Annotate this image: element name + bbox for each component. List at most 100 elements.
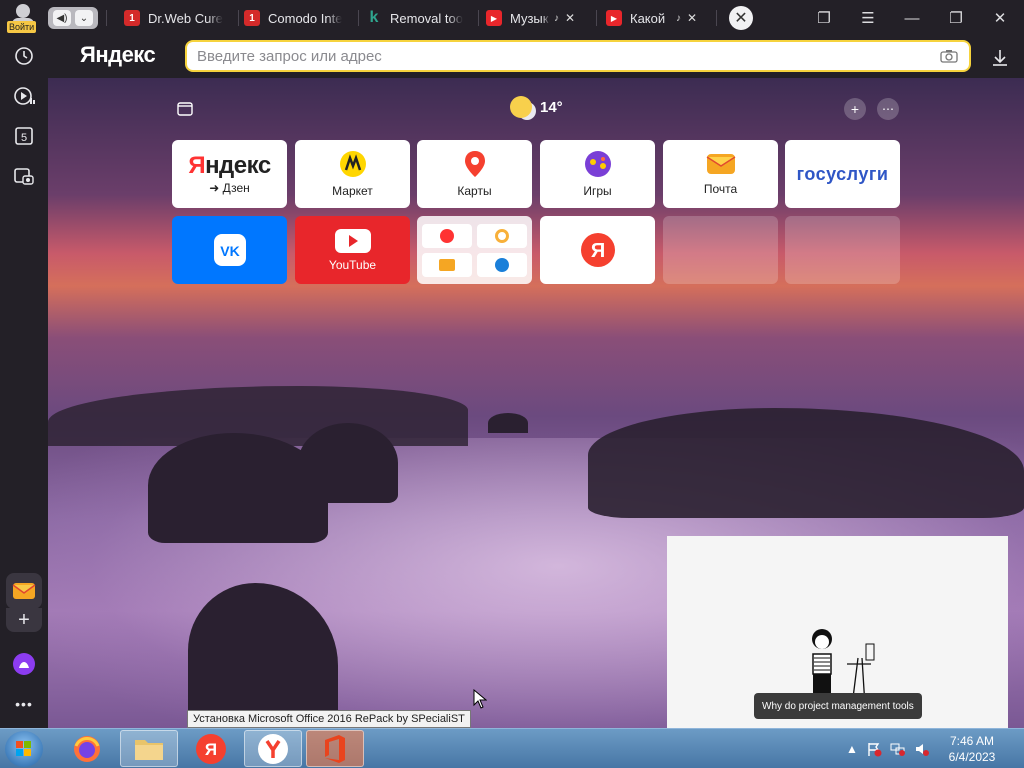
tab-close-icon[interactable]: ✕ (687, 11, 697, 25)
active-tab-close-icon[interactable]: ✕ (729, 6, 753, 30)
login-label: Войти (7, 21, 37, 33)
tray-expand-icon[interactable]: ▲ (844, 741, 860, 757)
mouse-cursor-icon (473, 689, 487, 709)
clock-time: 7:46 AM (949, 734, 995, 748)
folder-icon (135, 739, 163, 760)
svg-text:Я: Я (205, 740, 217, 759)
tile-gosuslugi[interactable]: госуслуги (785, 140, 900, 208)
tab-comodo[interactable]: 1 Comodo Inte (244, 6, 356, 30)
media-icon[interactable] (12, 84, 36, 108)
taskbar: Я ▲ 7:46 AM 6/4/2023 (0, 728, 1024, 768)
tile-maps[interactable]: Карты (417, 140, 532, 208)
folder-mail-icon (422, 252, 472, 277)
sound-control[interactable]: ◀) ⌄ (48, 7, 98, 29)
taskbar-clock[interactable]: 7:46 AM 6/4/2023 (940, 733, 1004, 765)
games-icon (584, 151, 611, 177)
tray-network-icon[interactable] (890, 741, 906, 757)
tile-label: ➜ Дзен (209, 181, 250, 195)
tab-title: Comodo Inte (268, 10, 343, 26)
yandex-y-icon (258, 733, 288, 764)
screenshot-icon[interactable] (12, 164, 36, 188)
yandex-logo[interactable]: Яндекс (80, 42, 156, 68)
folder-browser-icon (477, 223, 527, 248)
tile-empty[interactable] (785, 216, 900, 284)
k-site-icon: k (369, 9, 379, 26)
youtube-icon: ▶ (606, 10, 622, 26)
mail-app-icon[interactable] (6, 573, 42, 609)
tab-title: Музыка (510, 10, 550, 26)
tab-removal[interactable]: k Removal too (366, 6, 476, 30)
menu-icon[interactable]: ☰ (856, 6, 880, 30)
folder-yandex-icon (422, 223, 472, 248)
download-icon[interactable] (988, 46, 1012, 70)
taskbar-firefox[interactable] (58, 730, 116, 767)
minimize-icon[interactable]: — (900, 6, 924, 30)
wallpaper-mountain (298, 423, 398, 503)
tab-sound-icon[interactable]: ♪ (676, 13, 681, 24)
tab-kakoi[interactable]: ▶ Какой ♪ ✕ (606, 6, 712, 30)
wallpaper-mountain (488, 413, 528, 433)
tab-music[interactable]: ▶ Музыка ♪ ✕ (486, 6, 590, 30)
search-box[interactable] (185, 40, 971, 72)
wallpaper-mountain (588, 408, 1024, 518)
history-icon[interactable] (12, 44, 36, 68)
taskbar-tooltip: Установка Microsoft Office 2016 RePack b… (187, 710, 471, 728)
tile-market[interactable]: Маркет (295, 140, 410, 208)
office-icon (325, 734, 345, 763)
market-icon (339, 151, 366, 177)
tile-folder[interactable] (417, 216, 532, 284)
video-caption: Why do project management tools (754, 693, 922, 719)
tile-games[interactable]: Игры (540, 140, 655, 208)
tray-volume-icon[interactable] (914, 741, 930, 757)
weather-temp: 14° (540, 98, 563, 116)
gallery-icon[interactable] (174, 98, 196, 120)
tab-sound-icon[interactable]: ♪ (554, 13, 559, 24)
tab-bar: Войти ◀) ⌄ 1 Dr.Web Cure 1 Comodo Inte k… (0, 0, 1024, 36)
maps-pin-icon (464, 151, 485, 177)
taskbar-office-installer[interactable] (306, 730, 364, 767)
chevron-down-icon[interactable]: ⌄ (75, 10, 93, 26)
tile-label: Почта (703, 182, 738, 196)
tile-label: Игры (583, 184, 612, 198)
tile-mail[interactable]: Почта (663, 140, 778, 208)
tile-yandex[interactable]: Я (540, 216, 655, 284)
taskbar-yandex-app[interactable] (244, 730, 302, 767)
channel-five-icon[interactable]: 5 (12, 124, 36, 148)
more-options-icon[interactable]: ⋯ (877, 98, 899, 120)
search-input[interactable] (197, 47, 939, 65)
mail-icon (706, 154, 735, 174)
login-button[interactable]: Войти (6, 2, 40, 34)
tile-empty[interactable] (663, 216, 778, 284)
taskbar-yandex-browser[interactable]: Я (182, 730, 240, 767)
svg-text:5: 5 (21, 132, 27, 144)
vk-icon: VK (213, 234, 246, 266)
weather-widget[interactable]: 14° (510, 96, 563, 118)
restore-icon[interactable]: ❐ (944, 6, 968, 30)
tab-drweb[interactable]: 1 Dr.Web Cure (124, 6, 236, 30)
svg-text:Я: Я (590, 240, 604, 262)
alice-icon[interactable] (12, 652, 36, 676)
yandex-browser-icon: Я (196, 733, 226, 764)
tab-close-icon[interactable]: ✕ (565, 11, 575, 25)
svg-text:VK: VK (220, 243, 239, 259)
start-button[interactable] (5, 731, 43, 767)
more-dots-icon[interactable]: ••• (12, 692, 36, 716)
taskbar-explorer[interactable] (120, 730, 178, 767)
clock-date: 6/4/2023 (948, 750, 996, 764)
weather-sun-icon (510, 96, 532, 118)
camera-icon[interactable] (939, 48, 959, 64)
tab-title: Какой (630, 10, 666, 26)
youtube-icon: ▶ (486, 10, 502, 26)
yandex-ya-icon: Я (580, 233, 615, 267)
tile-vk[interactable]: VK (172, 216, 287, 284)
add-app-icon[interactable]: + (6, 608, 42, 632)
speaker-icon[interactable]: ◀) (53, 10, 71, 26)
tile-youtube[interactable]: YouTube (295, 216, 410, 284)
window-close-icon[interactable]: ✕ (988, 6, 1012, 30)
add-tile-button[interactable]: + (844, 98, 866, 120)
tab-title: Removal too (390, 10, 463, 26)
tile-label: YouTube (328, 258, 377, 272)
bookmarks-icon[interactable]: ❐ (812, 6, 836, 30)
tile-yandex-dzen[interactable]: Яндекс ➜ Дзен (172, 140, 287, 208)
tray-flag-icon[interactable] (866, 741, 882, 757)
